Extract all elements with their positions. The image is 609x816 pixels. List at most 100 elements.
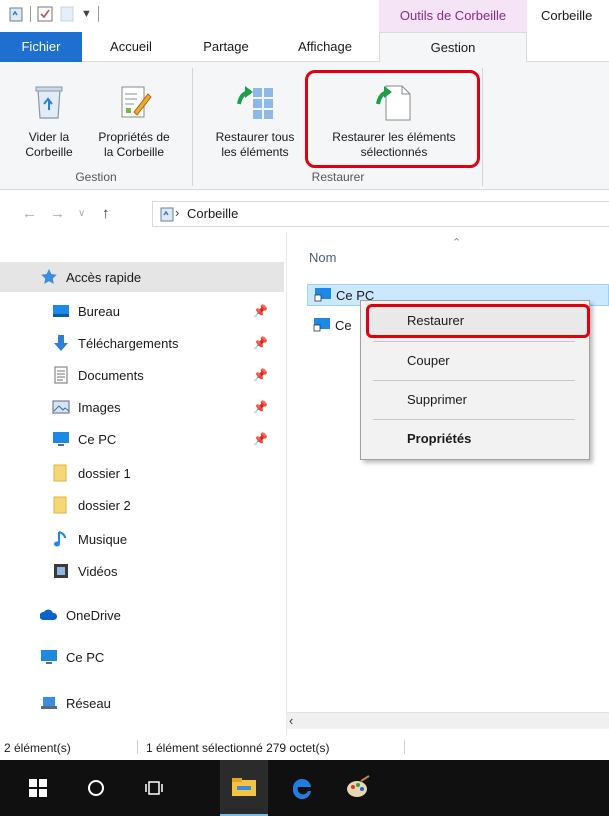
group-label-restaurer: Restaurer (311, 170, 365, 184)
pin-icon[interactable]: 📌 (253, 368, 268, 382)
recycle-bin-properties-label-1: Propriétés de (98, 130, 170, 144)
tab-partage[interactable]: Partage (185, 32, 267, 62)
restore-all-icon (237, 86, 273, 119)
context-menu: Restaurer Couper Supprimer Propriétés (360, 300, 590, 460)
menu-item-proprietes[interactable]: Propriétés (407, 431, 471, 446)
recycle-bin-icon (35, 86, 63, 119)
edge-icon (292, 778, 311, 800)
sidebar-item-onedrive[interactable]: OneDrive (0, 600, 284, 630)
menu-item-couper[interactable]: Couper (407, 353, 450, 368)
sidebar-item-dossier-2[interactable]: dossier 2 (0, 490, 284, 520)
sidebar-item-videos[interactable]: Vidéos (0, 556, 284, 586)
download-icon (54, 335, 68, 351)
restore-all-button[interactable]: Restaurer tous les éléments (200, 82, 310, 160)
sidebar-item-label: dossier 1 (78, 465, 131, 481)
menu-separator (373, 341, 575, 342)
recycle-bin-properties-button[interactable]: Propriétés de la Corbeille (86, 82, 182, 160)
sidebar-item-label: Réseau (66, 695, 111, 711)
sidebar-item-label: Téléchargements (78, 335, 179, 351)
navigation-pane: Accès rapide Bureau 📌 Téléchargements 📌 … (0, 232, 284, 712)
search-button[interactable] (72, 760, 120, 816)
sidebar-item-images[interactable]: Images 📌 (0, 392, 284, 422)
recycle-bin-icon (160, 207, 174, 222)
empty-recycle-bin-label-1: Vider la (28, 130, 70, 144)
tab-affichage[interactable]: Affichage (275, 32, 375, 62)
computer-icon (53, 432, 69, 446)
task-view-icon (145, 781, 163, 795)
menu-separator (373, 419, 575, 420)
recent-locations-icon[interactable]: ∨ (78, 208, 85, 219)
start-button[interactable] (14, 760, 62, 816)
context-tab-header: Outils de Corbeille (379, 0, 527, 32)
file-name: Ce (335, 317, 352, 333)
sidebar-item-label: Ce PC (66, 649, 105, 665)
column-header-name[interactable]: Nom (309, 250, 336, 265)
sort-ascending-icon: ⌃ (452, 237, 462, 249)
address-bar: ← → ∨ ↑ › Corbeille (0, 198, 609, 230)
checkbox-icon[interactable] (37, 6, 53, 22)
group-separator (482, 68, 483, 186)
star-icon (41, 269, 57, 284)
recycle-bin-icon[interactable] (8, 6, 24, 22)
window-title: Corbeille (541, 8, 593, 23)
up-arrow-icon[interactable]: ↑ (102, 205, 110, 222)
title-bar: ▼ Outils de Corbeille Corbeille (0, 0, 609, 32)
sidebar-item-label: Images (78, 399, 121, 415)
sidebar-item-label: Documents (78, 367, 144, 383)
menu-separator (373, 380, 575, 381)
sidebar-item-label: dossier 2 (78, 497, 131, 513)
file-explorer-taskbar-button[interactable] (220, 760, 268, 816)
file-explorer-icon (232, 778, 256, 796)
sidebar-item-reseau[interactable]: Réseau (0, 688, 284, 718)
image-icon (52, 400, 70, 414)
back-arrow-icon[interactable]: ← (22, 205, 37, 222)
address-field[interactable]: › Corbeille (152, 201, 609, 227)
breadcrumb-corbeille[interactable]: Corbeille (187, 206, 238, 221)
menu-item-supprimer[interactable]: Supprimer (407, 392, 467, 407)
sidebar-item-label: Bureau (78, 303, 120, 319)
quick-access-toolbar: ▼ (8, 6, 99, 22)
properties-icon (121, 86, 152, 118)
tab-fichier[interactable]: Fichier (0, 32, 82, 62)
forward-arrow-icon[interactable]: → (50, 205, 65, 222)
pin-icon[interactable]: 📌 (253, 336, 268, 350)
sidebar-item-label: Accès rapide (66, 269, 142, 285)
scroll-left-icon[interactable]: ‹ (289, 713, 293, 728)
taskbar (0, 760, 609, 816)
tab-accueil[interactable]: Accueil (88, 32, 174, 62)
breadcrumb-chevron-icon[interactable]: › (175, 205, 179, 220)
search-circle-icon (88, 780, 104, 796)
group-separator (192, 68, 193, 186)
folder-icon (53, 464, 67, 482)
music-icon (54, 531, 66, 547)
sidebar-item-documents[interactable]: Documents 📌 (0, 360, 284, 390)
sidebar-item-bureau[interactable]: Bureau 📌 (0, 296, 284, 326)
selection-info: 1 élément sélectionné 279 octet(s) (146, 741, 330, 755)
sidebar-item-telechargements[interactable]: Téléchargements 📌 (0, 328, 284, 358)
recycle-bin-properties-label-2: la Corbeille (103, 145, 165, 159)
tab-gestion[interactable]: Gestion (379, 32, 527, 63)
horizontal-scrollbar[interactable]: ‹ (287, 712, 609, 729)
document-icon (54, 366, 68, 384)
pin-icon[interactable]: 📌 (253, 304, 268, 318)
empty-recycle-bin-button[interactable]: Vider la Corbeille (18, 82, 80, 160)
item-count: 2 élément(s) (4, 741, 71, 755)
edge-browser-button[interactable] (278, 760, 326, 816)
sidebar-item-musique[interactable]: Musique (0, 524, 284, 554)
status-separator (137, 740, 138, 754)
sidebar-item-label: Vidéos (78, 563, 118, 579)
folder-icon (53, 496, 67, 514)
qat-dropdown-icon[interactable]: ▼ (81, 8, 92, 20)
blank-page-icon[interactable] (59, 6, 75, 22)
menu-item-restaurer[interactable]: Restaurer (407, 313, 464, 328)
pin-icon[interactable]: 📌 (253, 400, 268, 414)
pin-icon[interactable]: 📌 (253, 432, 268, 446)
qat-separator (97, 6, 99, 22)
task-view-button[interactable] (130, 760, 178, 816)
sidebar-item-dossier-1[interactable]: dossier 1 (0, 458, 284, 488)
sidebar-item-acces-rapide[interactable]: Accès rapide (0, 262, 284, 292)
paint-app-button[interactable] (334, 760, 382, 816)
sidebar-item-ce-pc[interactable]: Ce PC 📌 (0, 424, 284, 454)
network-icon (41, 697, 57, 709)
sidebar-item-ce-pc-2[interactable]: Ce PC (0, 642, 284, 672)
